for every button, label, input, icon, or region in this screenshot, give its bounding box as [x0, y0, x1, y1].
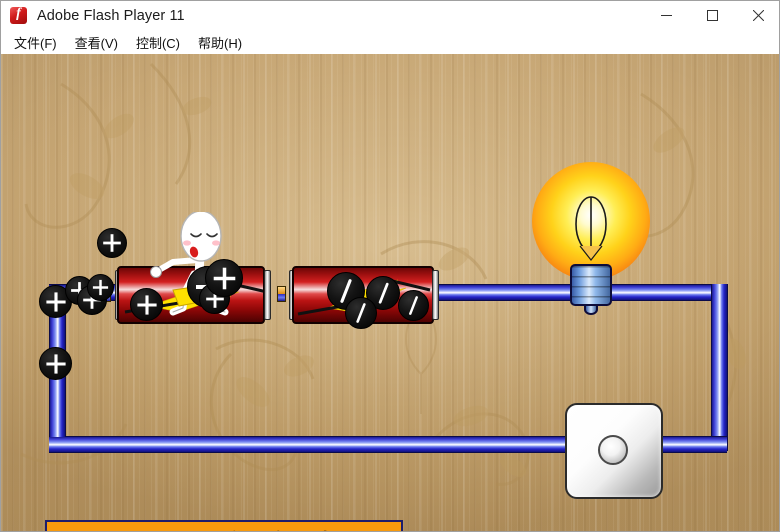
flash-player-window: Adobe Flash Player 11 文件(F) 查看(V) 控制(C) … [0, 0, 780, 532]
close-button[interactable] [735, 1, 779, 30]
charge-glyph [206, 260, 242, 296]
caption-banner: 要是小人不工作了怎么办? [45, 520, 403, 531]
charge-token-plus[interactable] [87, 274, 114, 301]
charge-token-plus[interactable] [205, 259, 243, 297]
battery-left-cap-plus [264, 270, 271, 320]
charge-glyph [131, 289, 162, 320]
charge-glyph [88, 275, 113, 300]
minimize-button[interactable] [643, 1, 689, 30]
circuit-switch-knob[interactable] [598, 435, 628, 465]
flash-logo-icon [10, 6, 27, 24]
maximize-button[interactable] [689, 1, 735, 30]
charge-token-slash[interactable] [345, 297, 377, 329]
light-bulb-tip [584, 304, 598, 315]
charge-glyph [40, 348, 71, 379]
wire-right [711, 284, 728, 451]
menu-bar: 文件(F) 查看(V) 控制(C) 帮助(H) [1, 30, 779, 55]
battery-right-cap-plus [432, 270, 439, 320]
title-bar: Adobe Flash Player 11 [1, 1, 779, 30]
menu-item-help[interactable]: 帮助(H) [189, 31, 251, 54]
menu-item-view[interactable]: 查看(V) [66, 31, 127, 54]
charge-token-slash[interactable] [398, 290, 429, 321]
menu-item-file[interactable]: 文件(F) [5, 31, 66, 54]
menu-item-control[interactable]: 控制(C) [127, 31, 189, 54]
light-bulb-base[interactable] [570, 264, 612, 306]
charge-token-plus[interactable] [97, 228, 127, 258]
charge-token-plus[interactable] [39, 347, 72, 380]
charge-glyph [98, 229, 126, 257]
light-bulb-filament [575, 196, 607, 261]
caption-text: 要是小人不工作了怎么办? [96, 526, 352, 531]
window-title: Adobe Flash Player 11 [37, 7, 185, 24]
charge-token-plus[interactable] [130, 288, 163, 321]
flash-stage[interactable]: 要是小人不工作了怎么办? [1, 54, 779, 531]
window-controls [643, 1, 779, 30]
battery-right-terminal [277, 286, 286, 302]
